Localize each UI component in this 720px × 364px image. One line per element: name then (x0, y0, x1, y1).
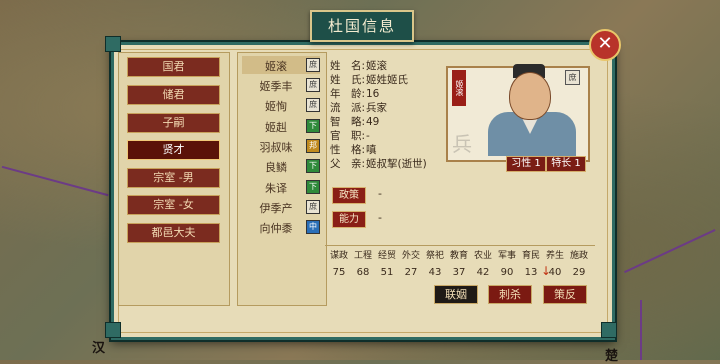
profile-field: 智 略:49 (330, 116, 380, 128)
ability-button[interactable]: 能力 (332, 211, 366, 228)
stat-header: 工程 (353, 251, 372, 261)
frame-corner (105, 36, 121, 52)
category-button-active[interactable]: 贤才 (127, 140, 220, 160)
person-name: 朱译 (265, 182, 287, 195)
person-row[interactable]: 姬季丰 庶 (242, 76, 320, 94)
policy-button[interactable]: 政策 (332, 187, 366, 204)
stat-value: 68 (356, 267, 370, 278)
portrait-face (509, 72, 551, 120)
person-name: 良鳞 (265, 161, 287, 174)
person-name: 姬恂 (265, 100, 287, 113)
specialty-badge[interactable]: 特长 1 (546, 156, 586, 172)
person-row[interactable]: 向仲黍 中 (242, 218, 320, 236)
person-row[interactable]: 姬滚 庶 (242, 56, 320, 74)
rank-tag: 庶 (306, 200, 320, 214)
rank-tag: 庶 (306, 58, 320, 72)
profile-field: 年 龄:16 (330, 88, 380, 100)
stat-value: 13 (524, 267, 538, 278)
profile-field: 流 派:兵家 (330, 102, 387, 114)
person-row[interactable]: 羽叔味 邦 (242, 137, 320, 155)
policy-value: - (378, 187, 382, 200)
stat-value: 42 (476, 267, 490, 278)
portrait-watermark: 兵 (452, 132, 472, 156)
stat-value: 27 (404, 267, 418, 278)
stat-header: 外交 (401, 251, 420, 261)
category-button[interactable]: 国君 (127, 57, 220, 77)
stat-header: 育民 (521, 251, 540, 261)
profile-field: 官 职:- (330, 130, 370, 142)
map-label-chu: 楚 (605, 349, 619, 364)
stat-header: 经贸 (377, 251, 396, 261)
down-arrow-icon: ↓ (541, 264, 552, 278)
map-border-line (640, 300, 643, 360)
stat-header: 教育 (449, 251, 468, 261)
person-row[interactable]: 伊季产 庶 (242, 198, 320, 216)
incite-button[interactable]: 策反 (543, 285, 587, 304)
person-row[interactable]: 姬赳 下 (242, 117, 320, 135)
rank-tag: 下 (306, 159, 320, 173)
stat-value: 90 (500, 267, 514, 278)
rank-tag: 庶 (306, 98, 320, 112)
stat-header: 谋政 (329, 251, 348, 261)
person-row[interactable]: 朱译 下 (242, 178, 320, 196)
marriage-button[interactable]: 联姻 (434, 285, 478, 304)
profile-field: 姓 氏:姬姓姬氏 (330, 74, 408, 86)
stat-value: 51 (380, 267, 394, 278)
person-row[interactable]: 良鳞 下 (242, 157, 320, 175)
stat-header: 养生 (545, 251, 564, 261)
profile-field: 姓 名:姬滚 (330, 60, 387, 72)
stat-value: 75 (332, 267, 346, 278)
stat-header: 军事 (497, 251, 516, 261)
close-icon[interactable]: ✕ (589, 29, 621, 61)
ability-value: - (378, 211, 382, 224)
stat-header: 祭祀 (425, 251, 444, 261)
stat-value: 37 (452, 267, 466, 278)
rank-tag: 下 (306, 180, 320, 194)
map-label-han: 汉 (92, 341, 106, 356)
stat-header: 农业 (473, 251, 492, 261)
stat-value: 43 (428, 267, 442, 278)
stat-header: 施政 (569, 251, 588, 261)
portrait-rank-tag: 庶 (565, 70, 580, 85)
person-row[interactable]: 姬恂 庶 (242, 96, 320, 114)
person-name: 姬滚 (265, 60, 287, 73)
dialog-title: 杜国信息 (310, 10, 414, 42)
habit-badge[interactable]: 习性 1 (506, 156, 546, 172)
map-border-line (624, 229, 716, 274)
stat-value: 29 (572, 267, 586, 278)
portrait-name-badge: 姬滚 (452, 70, 466, 106)
category-button[interactable]: 子嗣 (127, 113, 220, 133)
category-button[interactable]: 宗室 -男 (127, 168, 220, 188)
frame-corner (601, 322, 617, 338)
category-button[interactable]: 宗室 -女 (127, 195, 220, 215)
person-name: 姬赳 (265, 121, 287, 134)
frame-corner (105, 322, 121, 338)
person-name: 羽叔味 (259, 141, 293, 154)
person-name: 伊季产 (259, 202, 293, 215)
rank-tag: 中 (306, 220, 320, 234)
map-border-line (1, 165, 109, 198)
rank-tag: 下 (306, 119, 320, 133)
profile-field: 性 格:嗔 (330, 144, 377, 156)
category-button[interactable]: 都邑大夫 (127, 223, 220, 243)
assassinate-button[interactable]: 刺杀 (488, 285, 532, 304)
rank-tag: 庶 (306, 78, 320, 92)
person-name: 姬季丰 (259, 80, 293, 93)
person-name: 向仲黍 (259, 222, 293, 235)
rank-tag: 邦 (306, 139, 320, 153)
profile-field: 父 亲:姬叔挈(逝世) (330, 158, 427, 170)
category-button[interactable]: 储君 (127, 85, 220, 105)
